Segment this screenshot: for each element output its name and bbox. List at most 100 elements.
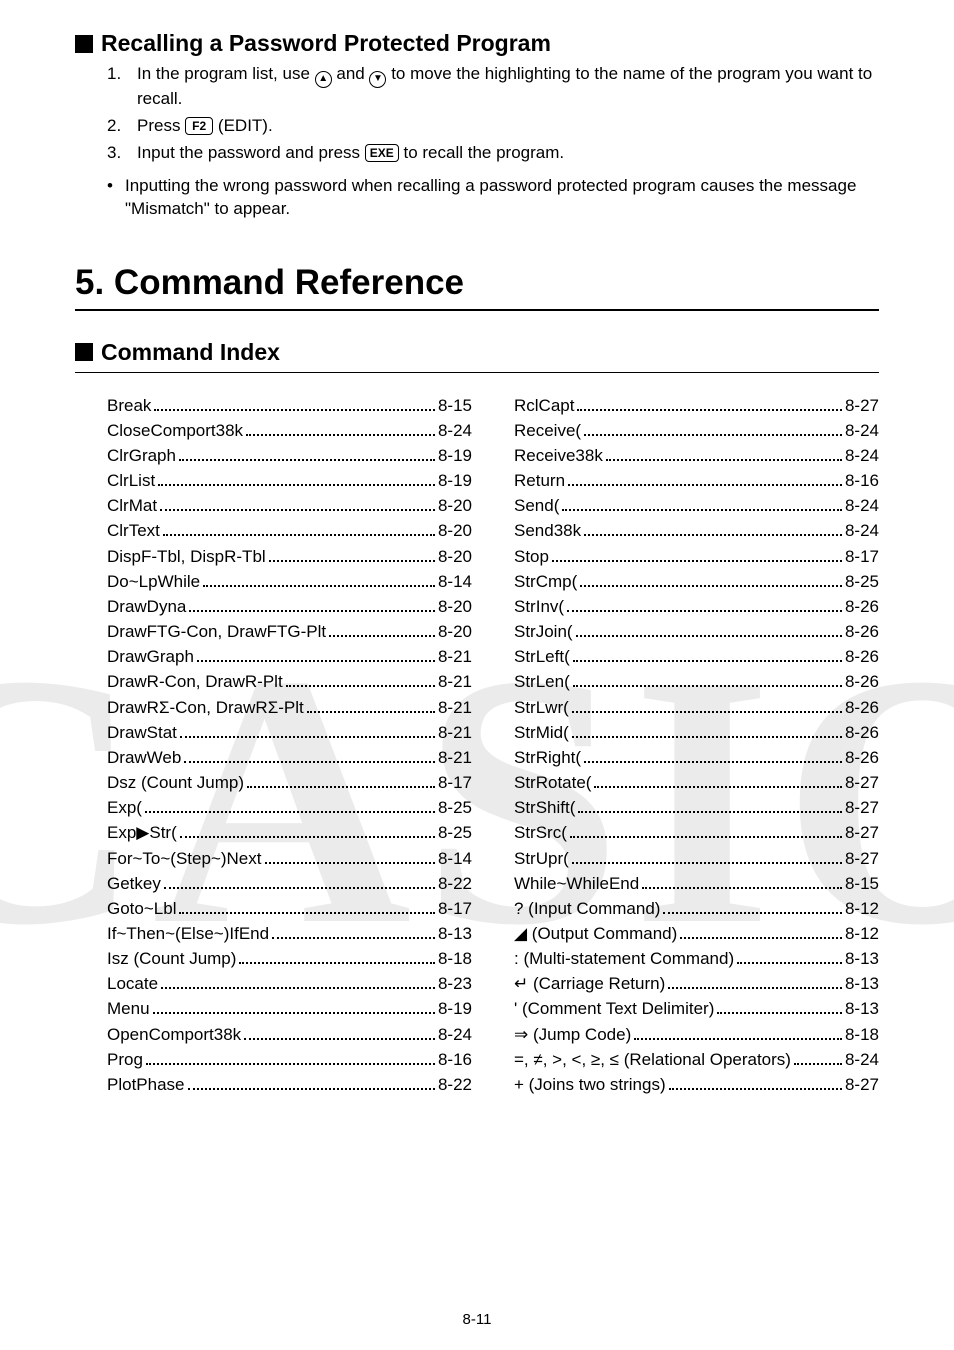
exe-key-icon: EXE [365,144,399,162]
index-entry: ClrText8-20 [107,518,472,543]
index-entry: OpenComport38k8-24 [107,1022,472,1047]
index-label: Receive38k [514,443,603,468]
leader-dots [669,1073,842,1090]
index-page: 8-13 [845,996,879,1021]
leader-dots [188,1073,435,1090]
index-entry: DrawRΣ-Con, DrawRΣ-Plt8-21 [107,695,472,720]
index-entry: Return8-16 [514,468,879,493]
index-label: ◢ (Output Command) [514,921,677,946]
leader-dots [179,444,435,461]
index-label: StrJoin( [514,619,573,644]
index-page: 8-18 [438,946,472,971]
index-label: DrawFTG-Con, DrawFTG-Plt [107,619,326,644]
index-entry: DrawGraph8-21 [107,644,472,669]
index-entry: StrLeft(8-26 [514,644,879,669]
index-page: 8-21 [438,669,472,694]
index-entry: StrShift(8-27 [514,795,879,820]
index-label: =, ≠, >, <, ≥, ≤ (Relational Operators) [514,1047,791,1072]
index-page: 8-20 [438,493,472,518]
index-page: 8-26 [845,720,879,745]
section-heading-index: Command Index [75,339,879,366]
step-number: 3. [107,142,137,165]
index-label: StrInv( [514,594,564,619]
index-label: StrCmp( [514,569,577,594]
leader-dots [577,393,842,410]
index-page: 8-27 [845,846,879,871]
index-page: 8-26 [845,619,879,644]
index-label: StrRotate( [514,770,591,795]
leader-dots [189,595,435,612]
section-title: Command Index [101,339,280,366]
section-heading-recall: Recalling a Password Protected Program [75,30,879,57]
index-label: StrMid( [514,720,569,745]
index-page: 8-13 [438,921,472,946]
bullet-text: Inputting the wrong password when recall… [125,175,879,221]
index-page: 8-14 [438,569,472,594]
index-page: 8-21 [438,745,472,770]
index-entry: Isz (Count Jump)8-18 [107,946,472,971]
leader-dots [239,947,435,964]
leader-dots [197,645,435,662]
leader-dots [568,469,842,486]
index-page: 8-26 [845,745,879,770]
step-number: 1. [107,63,137,111]
index-page: 8-24 [845,1047,879,1072]
index-label: DrawRΣ-Con, DrawRΣ-Plt [107,695,304,720]
index-entry: Exp(8-25 [107,795,472,820]
leader-dots [717,997,842,1014]
index-label: ClrMat [107,493,157,518]
leader-dots [573,645,842,662]
leader-dots [572,720,842,737]
index-entry: ' (Comment Text Delimiter)8-13 [514,996,879,1021]
square-bullet-icon [75,35,93,53]
index-entry: StrLen(8-26 [514,669,879,694]
index-page: 8-21 [438,720,472,745]
leader-dots [576,620,842,637]
leader-dots [153,997,435,1014]
leader-dots [160,494,435,511]
leader-dots [269,544,435,561]
index-entry: RclCapt8-27 [514,393,879,418]
square-bullet-icon [75,343,93,361]
index-label: CloseComport38k [107,418,243,443]
index-label: Send( [514,493,559,518]
page-body: Recalling a Password Protected Program 1… [0,0,954,1097]
leader-dots [247,771,435,788]
index-label: StrSrc( [514,820,567,845]
index-entry: Getkey8-22 [107,871,472,896]
index-page: 8-20 [438,544,472,569]
index-page: 8-18 [845,1022,879,1047]
index-entry: =, ≠, >, <, ≥, ≤ (Relational Operators) 8… [514,1047,879,1072]
leader-dots [552,544,842,561]
index-label: Menu [107,996,150,1021]
index-page: 8-15 [845,871,879,896]
index-label: ⇒ (Jump Code) [514,1022,631,1047]
up-key-icon: ▲ [315,71,332,88]
index-label: Break [107,393,151,418]
bullet-dot-icon: • [107,175,125,221]
index-entry: Receive38k8-24 [514,443,879,468]
leader-dots [584,419,842,436]
section-title: Recalling a Password Protected Program [101,30,551,57]
index-page: 8-19 [438,996,472,1021]
index-entry: Break8-15 [107,393,472,418]
index-entry: StrLwr(8-26 [514,695,879,720]
leader-dots [737,947,842,964]
index-page: 8-26 [845,594,879,619]
index-label: ? (Input Command) [514,896,660,921]
index-label: Return [514,468,565,493]
index-entry: For~To~(Step~)Next8-14 [107,846,472,871]
index-page: 8-19 [438,443,472,468]
index-entry: StrInv( 8-26 [514,594,879,619]
leader-dots [180,720,435,737]
index-label: DispF-Tbl, DispR-Tbl [107,544,266,569]
index-label: ↵ (Carriage Return) [514,971,665,996]
index-label: ClrGraph [107,443,176,468]
index-page: 8-25 [438,820,472,845]
leader-dots [562,494,842,511]
index-entry: Locate8-23 [107,971,472,996]
index-label: StrShift( [514,795,575,820]
down-key-icon: ▼ [369,71,386,88]
index-label: DrawWeb [107,745,181,770]
index-page: 8-24 [438,418,472,443]
